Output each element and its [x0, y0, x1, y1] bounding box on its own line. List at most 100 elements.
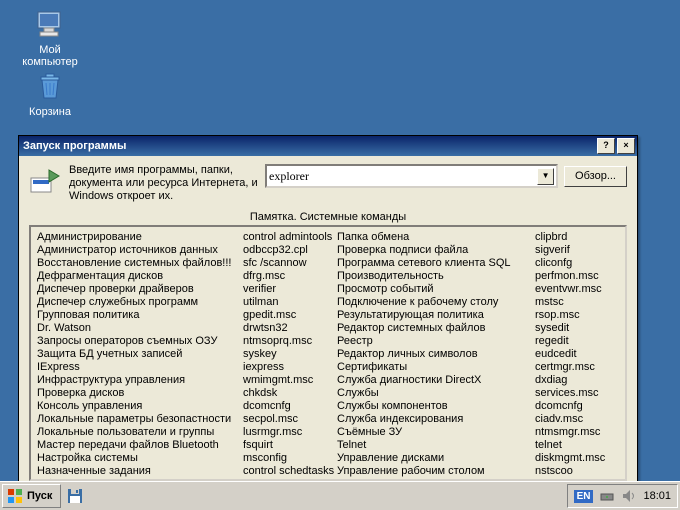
command-desc: Программа сетевого клиента SQL: [337, 257, 535, 270]
commands-col-cmd-2: clipbrdsigverifcliconfgperfmon.msceventv…: [535, 231, 615, 481]
command-cmd: lusrmgr.msc: [243, 426, 337, 439]
command-cmd: utilman: [243, 296, 337, 309]
open-combobox[interactable]: explorer ▼: [265, 164, 558, 188]
command-cmd: regedit: [535, 335, 615, 348]
desktop-icon-my-computer[interactable]: Мой компьютер: [10, 8, 90, 68]
desktop-icon-label: Корзина: [10, 106, 90, 118]
command-desc: Служба индексирования: [337, 413, 535, 426]
command-desc: Восстановление системных файлов!!!: [37, 257, 243, 270]
command-cmd: cliconfg: [535, 257, 615, 270]
command-desc: Службы компонентов: [337, 400, 535, 413]
command-cmd: services.msc: [535, 387, 615, 400]
clock[interactable]: 18:01: [643, 490, 671, 502]
command-cmd: nstscoo: [535, 465, 615, 478]
command-desc: Локальные параметры безопастности: [37, 413, 243, 426]
command-cmd: odbccp32.cpl: [243, 244, 337, 257]
command-cmd: ntmsoprq.msc: [243, 335, 337, 348]
command-desc: Защита БД учетных записей: [37, 348, 243, 361]
commands-col-cmd-1: control admintoolsodbccp32.cplsfc /scann…: [243, 231, 337, 481]
help-button[interactable]: ?: [597, 138, 615, 154]
system-tray: EN 18:01: [567, 484, 678, 508]
command-desc: Dr. Watson: [37, 322, 243, 335]
command-cmd: dcomcnfg: [243, 400, 337, 413]
command-cmd: verifier: [243, 283, 337, 296]
desktop: Мой компьютер Корзина Запуск программы ?…: [0, 0, 680, 510]
command-cmd: control admintools: [243, 231, 337, 244]
start-label: Пуск: [27, 490, 52, 502]
recycle-bin-icon: [34, 70, 66, 102]
command-cmd: secpol.msc: [243, 413, 337, 426]
language-indicator[interactable]: EN: [574, 490, 594, 503]
command-cmd: eudcedit: [535, 348, 615, 361]
command-cmd: sfc /scannow: [243, 257, 337, 270]
command-desc: Инфраструктура управления: [37, 374, 243, 387]
command-desc: Мастер передачи файлов Bluetooth: [37, 439, 243, 452]
command-desc: Службы: [337, 387, 535, 400]
commands-col-desc-2: Папка обменаПроверка подписи файлаПрогра…: [337, 231, 535, 481]
floppy-icon: [67, 488, 83, 504]
command-cmd: gpedit.msc: [243, 309, 337, 322]
command-desc: IExpress: [37, 361, 243, 374]
browse-button[interactable]: Обзор...: [564, 166, 627, 187]
command-cmd: dxdiag: [535, 374, 615, 387]
start-button[interactable]: Пуск: [2, 484, 61, 508]
commands-panel: АдминистрированиеАдминистратор источнико…: [29, 225, 627, 481]
command-cmd: fsquirt: [243, 439, 337, 452]
command-cmd: syskey: [243, 348, 337, 361]
command-cmd: eventvwr.msc: [535, 283, 615, 296]
command-cmd: dcomcnfg: [535, 400, 615, 413]
command-cmd: iexpress: [243, 361, 337, 374]
command-desc: Сертификаты: [337, 361, 535, 374]
safely-remove-icon[interactable]: [599, 488, 615, 504]
command-desc: Запросы операторов съемных ОЗУ: [37, 335, 243, 348]
command-cmd: chkdsk: [243, 387, 337, 400]
open-input-value[interactable]: explorer: [269, 169, 537, 184]
command-cmd: msconfig: [243, 452, 337, 465]
computer-icon: [34, 8, 66, 40]
command-cmd: ntmsmgr.msc: [535, 426, 615, 439]
command-desc: Подключение к рабочему столу: [337, 296, 535, 309]
command-desc: Просмотр событий: [337, 283, 535, 296]
run-top-row: Введите имя программы, папки, документа …: [19, 156, 637, 209]
run-description: Введите имя программы, папки, документа …: [69, 164, 265, 203]
command-desc: Консоль управления: [37, 400, 243, 413]
chevron-down-icon[interactable]: ▼: [537, 168, 554, 185]
command-desc: Назначенные задания: [37, 465, 243, 478]
command-desc: Управление дисками: [337, 452, 535, 465]
command-cmd: certmgr.msc: [535, 361, 615, 374]
run-dialog: Запуск программы ? × Введите имя програм…: [18, 135, 638, 510]
command-desc: Редактор личных символов: [337, 348, 535, 361]
windows-logo-icon: [7, 488, 23, 504]
command-desc: Групповая политика: [37, 309, 243, 322]
command-cmd: diskmgmt.msc: [535, 452, 615, 465]
command-desc: Диспечер служебных программ: [37, 296, 243, 309]
command-desc: Управление рабочим столом: [337, 465, 535, 478]
dialog-title: Запуск программы: [23, 140, 595, 152]
command-cmd: telnet: [535, 439, 615, 452]
command-desc: Дефрагментация дисков: [37, 270, 243, 283]
command-cmd: mstsc: [535, 296, 615, 309]
taskbar: Пуск EN 18:01: [0, 481, 680, 510]
command-desc: Редактор системных файлов: [337, 322, 535, 335]
command-cmd: perfmon.msc: [535, 270, 615, 283]
command-cmd: dfrg.msc: [243, 270, 337, 283]
command-desc: Реестр: [337, 335, 535, 348]
close-button[interactable]: ×: [617, 138, 635, 154]
command-cmd: clipbrd: [535, 231, 615, 244]
command-cmd: drwtsn32: [243, 322, 337, 335]
run-icon: [29, 164, 61, 196]
command-cmd: ciadv.msc: [535, 413, 615, 426]
volume-icon[interactable]: [621, 488, 637, 504]
desktop-icon-label: Мой компьютер: [10, 44, 90, 68]
command-desc: Служба диагностики DirectX: [337, 374, 535, 387]
commands-col-desc-1: АдминистрированиеАдминистратор источнико…: [37, 231, 243, 481]
desktop-icon-recycle-bin[interactable]: Корзина: [10, 70, 90, 118]
command-desc: Администратор источников данных: [37, 244, 243, 257]
command-cmd: sysedit: [535, 322, 615, 335]
quicklaunch-save[interactable]: [63, 484, 87, 508]
titlebar[interactable]: Запуск программы ? ×: [19, 136, 637, 156]
command-desc: Локальные пользователи и группы: [37, 426, 243, 439]
command-desc: Администрирование: [37, 231, 243, 244]
command-cmd: rsop.msc: [535, 309, 615, 322]
command-cmd: control schedtasks: [243, 465, 337, 478]
